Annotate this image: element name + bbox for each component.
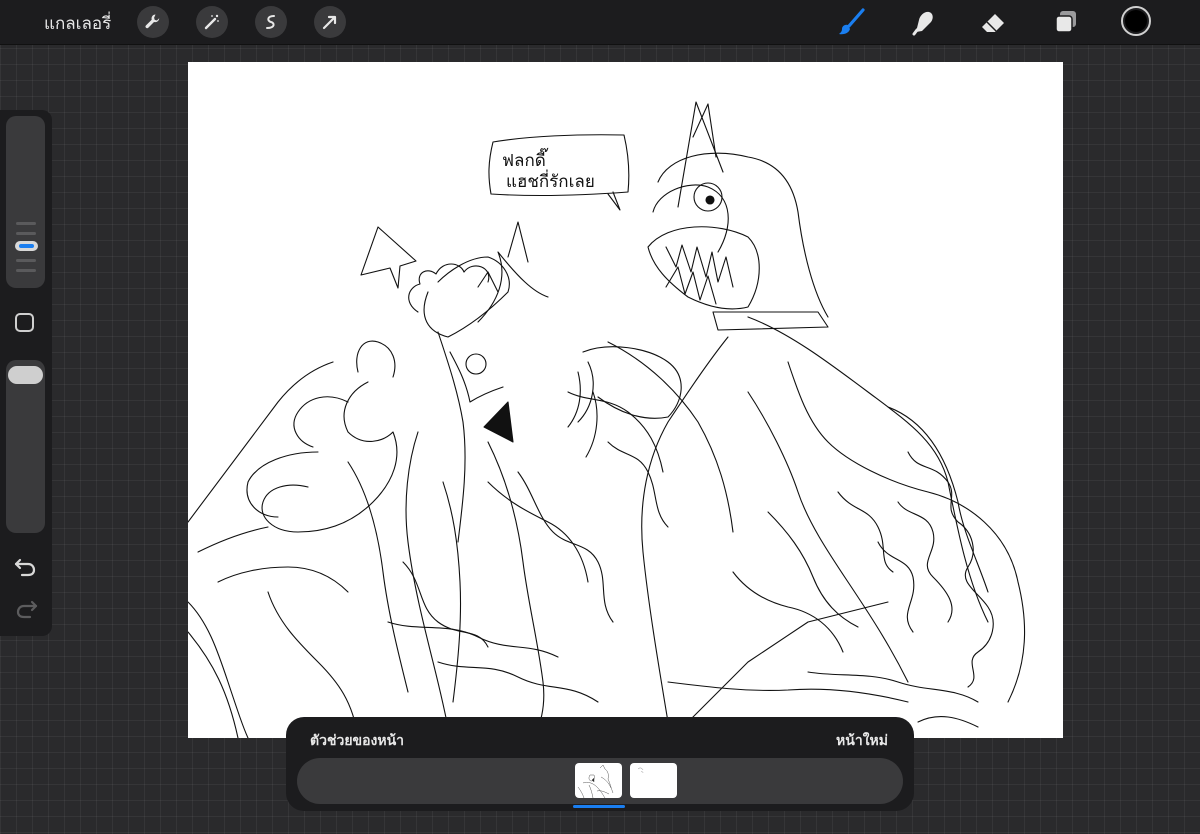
selected-page-indicator xyxy=(573,805,625,808)
smudge-tool[interactable] xyxy=(907,6,939,38)
brush-opacity-thumb[interactable] xyxy=(8,366,43,384)
wrench-icon xyxy=(145,14,160,29)
modify-button[interactable] xyxy=(15,313,34,332)
size-tick xyxy=(16,222,36,225)
layers-button[interactable] xyxy=(1050,6,1082,38)
brush-size-thumb[interactable] xyxy=(15,241,38,251)
magic-wand-icon xyxy=(204,14,219,30)
eraser-tool[interactable] xyxy=(978,6,1010,38)
page-thumbnail-2[interactable] xyxy=(630,763,677,798)
redo-button[interactable] xyxy=(13,598,39,620)
selection-button[interactable] xyxy=(255,6,287,38)
bubble-text-2: แฮชกี่รักเลย xyxy=(506,169,595,192)
gallery-button[interactable]: แกลเลอรี่ xyxy=(44,10,111,37)
actions-button[interactable] xyxy=(137,6,169,38)
size-tick xyxy=(16,259,36,262)
size-tick xyxy=(16,269,36,272)
transform-arrow-icon xyxy=(322,15,337,30)
drawing-canvas[interactable]: ฟลกดี๊ แฮชกี่รักเลย xyxy=(188,62,1063,738)
current-color-fill xyxy=(1125,10,1147,32)
sidebar xyxy=(0,110,52,636)
page-2-preview xyxy=(637,767,644,774)
adjustments-button[interactable] xyxy=(196,6,228,38)
page-1-preview xyxy=(577,764,614,798)
brush-icon xyxy=(839,8,865,35)
page-assist-panel: ตัวช่วยของหน้า หน้าใหม่ xyxy=(286,717,914,811)
undo-button[interactable] xyxy=(13,556,39,578)
bubble-text-1: ฟลกดี๊ xyxy=(502,147,549,171)
size-thumb-accent xyxy=(19,244,34,248)
undo-icon xyxy=(14,558,36,577)
brush-opacity-slider[interactable] xyxy=(6,360,45,533)
page-thumbnail-1[interactable] xyxy=(575,763,622,798)
selection-icon xyxy=(266,15,275,29)
layers-icon xyxy=(1055,11,1076,33)
transform-button[interactable] xyxy=(314,6,346,38)
redo-icon xyxy=(16,600,38,619)
smudge-icon xyxy=(912,11,933,36)
top-toolbar: แกลเลอรี่ xyxy=(0,0,1200,45)
page-thumbnail-strip[interactable] xyxy=(297,758,903,804)
brush-tool[interactable] xyxy=(836,6,868,38)
size-tick xyxy=(16,232,36,235)
new-page-button[interactable]: หน้าใหม่ xyxy=(836,730,888,752)
sketch-artwork: ฟลกดี๊ แฮชกี่รักเลย xyxy=(188,101,1026,738)
brush-size-slider[interactable] xyxy=(6,116,45,288)
eraser-icon xyxy=(982,14,1004,32)
color-picker-button[interactable] xyxy=(1121,6,1151,36)
page-assist-title: ตัวช่วยของหน้า xyxy=(310,733,404,749)
